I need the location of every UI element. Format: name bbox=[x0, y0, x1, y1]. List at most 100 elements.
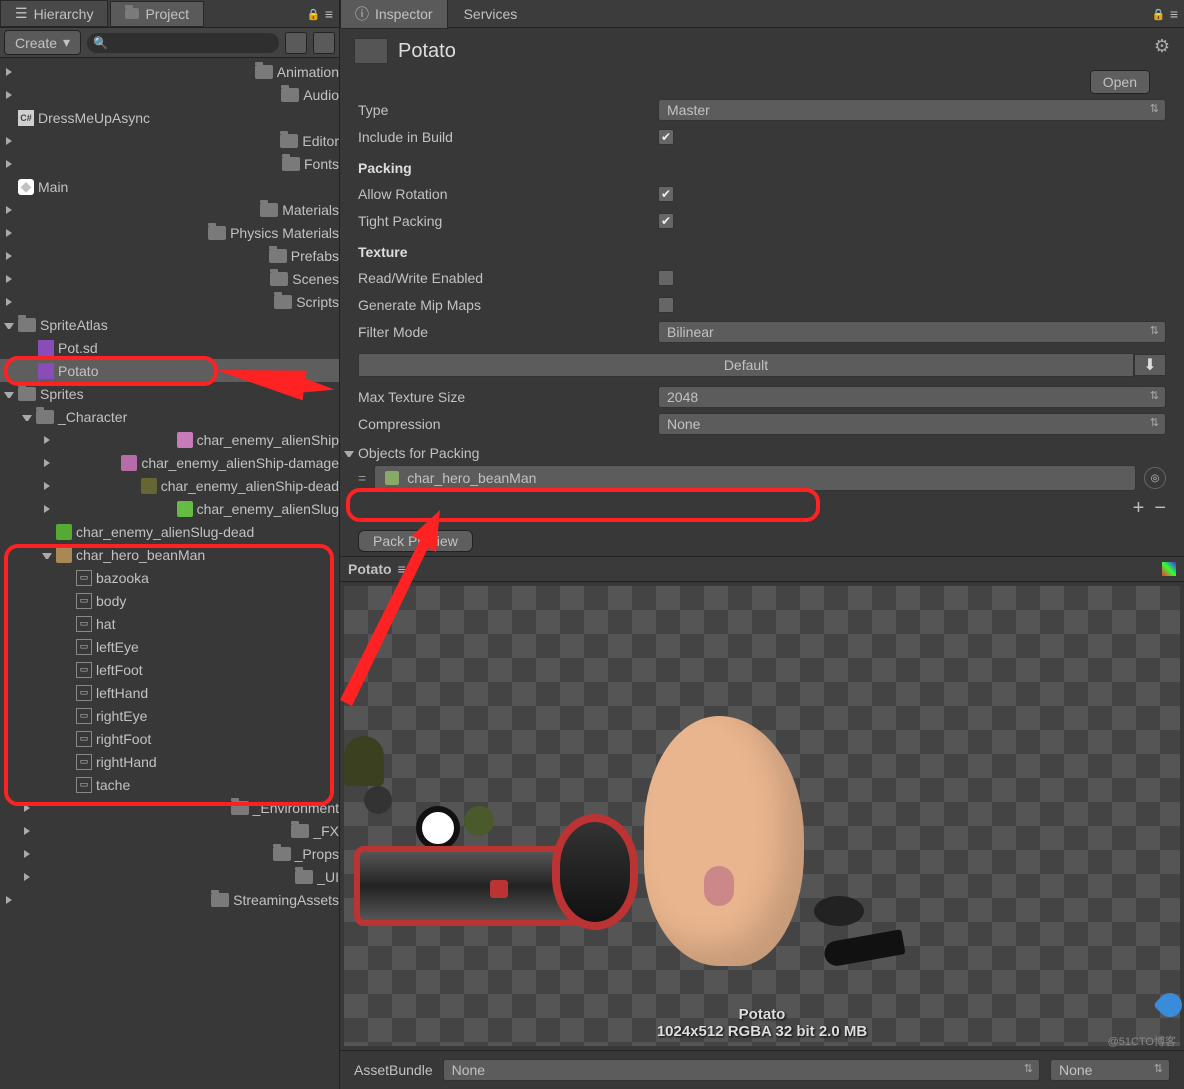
tab-hierarchy[interactable]: ☰ Hierarchy bbox=[0, 0, 108, 27]
info-icon: ⓘ bbox=[355, 4, 369, 24]
tree-audio[interactable]: Audio bbox=[0, 83, 339, 106]
tree-lefthand[interactable]: ▭leftHand bbox=[0, 681, 339, 704]
tight-label: Tight Packing bbox=[358, 213, 658, 229]
lock-icon[interactable]: 🔒 bbox=[307, 8, 319, 20]
bazooka-sprite bbox=[354, 846, 614, 926]
tree-scripts[interactable]: Scripts bbox=[0, 290, 339, 313]
foldout-icon[interactable] bbox=[344, 448, 354, 458]
type-label: Type bbox=[358, 102, 658, 118]
tree-tache[interactable]: ▭tache bbox=[0, 773, 339, 796]
tache-sprite bbox=[822, 929, 905, 968]
tree-dress[interactable]: C#DressMeUpAsync bbox=[0, 106, 339, 129]
sprite-char-icon bbox=[56, 524, 72, 540]
right-tabbar: ⓘ Inspector Services 🔒 ≡ bbox=[340, 0, 1184, 28]
hierarchy-icon: ☰ bbox=[15, 5, 28, 22]
row-include: Include in Build ✔ bbox=[358, 123, 1166, 150]
tree-fx[interactable]: _FX bbox=[0, 819, 339, 842]
asset-title: Potato bbox=[398, 40, 456, 63]
include-checkbox[interactable]: ✔ bbox=[658, 129, 674, 145]
filter-dropdown[interactable]: Bilinear bbox=[658, 321, 1166, 343]
filter-by-label-button[interactable] bbox=[313, 32, 335, 54]
tree-beanman[interactable]: char_hero_beanMan bbox=[0, 543, 339, 566]
tree-character[interactable]: _Character bbox=[0, 405, 339, 428]
search-input[interactable]: 🔍 bbox=[87, 33, 279, 53]
readwrite-checkbox[interactable] bbox=[658, 270, 674, 286]
filter-label: Filter Mode bbox=[358, 324, 658, 340]
remove-button[interactable]: − bbox=[1154, 497, 1166, 520]
gear-icon[interactable]: ⚙ bbox=[1154, 36, 1170, 57]
row-allowrot: Allow Rotation ✔ bbox=[358, 180, 1166, 207]
section-texture: Texture bbox=[358, 244, 1166, 260]
tab-project[interactable]: Project bbox=[110, 1, 204, 27]
lock-icon[interactable]: 🔒 bbox=[1152, 8, 1164, 20]
tree-prefabs[interactable]: Prefabs bbox=[0, 244, 339, 267]
tree-rightfoot[interactable]: ▭rightFoot bbox=[0, 727, 339, 750]
tree-fonts[interactable]: Fonts bbox=[0, 152, 339, 175]
tree-animation[interactable]: Animation bbox=[0, 60, 339, 83]
tree-alienship[interactable]: char_enemy_alienShip bbox=[0, 428, 339, 451]
row-filter: Filter Mode Bilinear bbox=[358, 318, 1166, 345]
tree-alienslugdead[interactable]: char_enemy_alienSlug-dead bbox=[0, 520, 339, 543]
tree-editor[interactable]: Editor bbox=[0, 129, 339, 152]
assetbundle-dropdown[interactable]: None bbox=[443, 1059, 1040, 1081]
tree-hat[interactable]: ▭hat bbox=[0, 612, 339, 635]
tree-alienslug[interactable]: char_enemy_alienSlug bbox=[0, 497, 339, 520]
tab-inspector[interactable]: ⓘ Inspector bbox=[340, 0, 448, 29]
tree-potato[interactable]: Potato bbox=[0, 359, 339, 382]
tree-leftfoot[interactable]: ▭leftFoot bbox=[0, 658, 339, 681]
tree-env[interactable]: _Environment bbox=[0, 796, 339, 819]
tree-body[interactable]: ▭body bbox=[0, 589, 339, 612]
tree-scenes[interactable]: Scenes bbox=[0, 267, 339, 290]
assetbundle-variant-dropdown[interactable]: None bbox=[1050, 1059, 1170, 1081]
sprite-icon: ▭ bbox=[76, 616, 92, 632]
tree-streaming[interactable]: StreamingAssets bbox=[0, 888, 339, 911]
drag-handle-icon[interactable]: = bbox=[358, 470, 366, 486]
preview-drag-icon[interactable]: ≡ bbox=[398, 561, 406, 577]
asset-thumb bbox=[354, 38, 388, 64]
tab-inspector-label: Inspector bbox=[375, 6, 433, 22]
tree-materials[interactable]: Materials bbox=[0, 198, 339, 221]
platform-default-tab[interactable]: Default bbox=[358, 353, 1134, 377]
tree-props[interactable]: _Props bbox=[0, 842, 339, 865]
tight-checkbox[interactable]: ✔ bbox=[658, 213, 674, 229]
panel-menu-icon[interactable]: ≡ bbox=[325, 6, 333, 22]
compression-dropdown[interactable]: None bbox=[658, 413, 1166, 435]
create-button[interactable]: Create ▾ bbox=[4, 30, 81, 55]
object-slot[interactable]: char_hero_beanMan bbox=[374, 465, 1136, 491]
folder-icon bbox=[125, 8, 139, 19]
color-swatch-icon[interactable] bbox=[1162, 562, 1176, 576]
tree-physmat[interactable]: Physics Materials bbox=[0, 221, 339, 244]
tree-lefteye[interactable]: ▭leftEye bbox=[0, 635, 339, 658]
tree-potsd[interactable]: Pot.sd bbox=[0, 336, 339, 359]
maxsize-label: Max Texture Size bbox=[358, 389, 658, 405]
object-picker-icon[interactable]: ◎ bbox=[1144, 467, 1166, 489]
filter-by-type-button[interactable] bbox=[285, 32, 307, 54]
mipmaps-checkbox[interactable] bbox=[658, 297, 674, 313]
tree-main[interactable]: ◆Main bbox=[0, 175, 339, 198]
tree-righthand[interactable]: ▭rightHand bbox=[0, 750, 339, 773]
maxsize-dropdown[interactable]: 2048 bbox=[658, 386, 1166, 408]
sprite-icon: ▭ bbox=[76, 685, 92, 701]
tree-sprites[interactable]: Sprites bbox=[0, 382, 339, 405]
preview-area: Potato 1024x512 RGBA 32 bit 2.0 MB bbox=[344, 586, 1180, 1046]
tree-righteye[interactable]: ▭rightEye bbox=[0, 704, 339, 727]
tree-bazooka[interactable]: ▭bazooka bbox=[0, 566, 339, 589]
hat-sprite bbox=[344, 736, 384, 786]
preview-header[interactable]: Potato ≡ bbox=[340, 556, 1184, 582]
tree-alienshipd[interactable]: char_enemy_alienShip-damage bbox=[0, 451, 339, 474]
tab-services[interactable]: Services bbox=[450, 2, 532, 26]
tab-hierarchy-label: Hierarchy bbox=[34, 6, 94, 22]
tree-ui[interactable]: _UI bbox=[0, 865, 339, 888]
tree-spriteatlas[interactable]: SpriteAtlas bbox=[0, 313, 339, 336]
pack-preview-button[interactable]: Pack Preview bbox=[358, 530, 473, 552]
add-button[interactable]: + bbox=[1133, 497, 1145, 520]
tree-alienshipdead[interactable]: char_enemy_alienShip-dead bbox=[0, 474, 339, 497]
compression-label: Compression bbox=[358, 416, 658, 432]
type-dropdown[interactable]: Master bbox=[658, 99, 1166, 121]
eye-sprite bbox=[464, 806, 494, 836]
allowrot-checkbox[interactable]: ✔ bbox=[658, 186, 674, 202]
panel-menu-icon[interactable]: ≡ bbox=[1170, 6, 1178, 22]
row-readwrite: Read/Write Enabled bbox=[358, 264, 1166, 291]
download-icon[interactable]: ⬇ bbox=[1134, 354, 1166, 376]
sprite-icon: ▭ bbox=[76, 731, 92, 747]
